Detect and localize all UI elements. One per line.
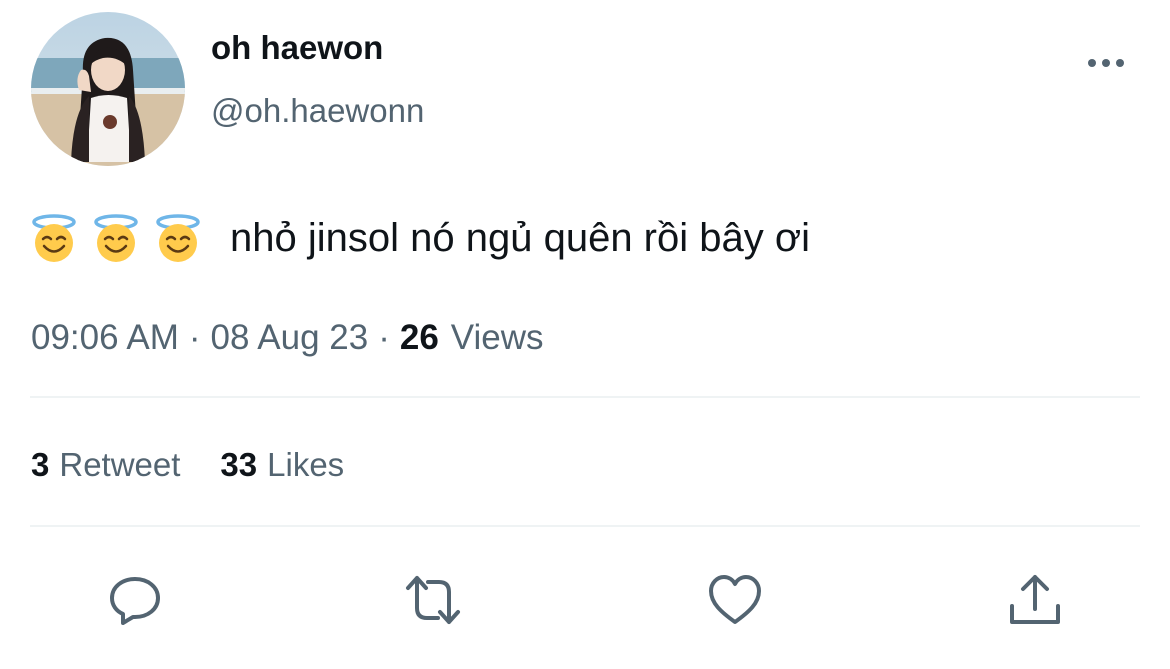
smiling-face-with-halo-icon bbox=[154, 213, 202, 263]
avatar[interactable] bbox=[31, 12, 185, 166]
reply-icon bbox=[110, 577, 160, 625]
divider bbox=[30, 525, 1140, 527]
tweet-date[interactable]: 08 Aug 23 bbox=[211, 318, 369, 357]
retweets-stat[interactable]: 3 Retweet bbox=[31, 442, 180, 488]
smiling-face-with-halo-icon bbox=[30, 213, 78, 263]
share-button[interactable] bbox=[1007, 572, 1063, 628]
engagement-stats: 3 Retweet 33 Likes bbox=[31, 442, 384, 488]
views-label: Views bbox=[450, 318, 544, 357]
share-icon bbox=[1010, 575, 1060, 624]
reply-button[interactable] bbox=[107, 572, 163, 628]
likes-count: 33 bbox=[220, 446, 258, 483]
separator-dot: · bbox=[378, 318, 390, 357]
display-name[interactable]: oh haewon bbox=[211, 26, 383, 70]
retweet-button[interactable] bbox=[405, 572, 461, 628]
avatar-image bbox=[31, 12, 185, 166]
likes-label: Likes bbox=[267, 446, 345, 483]
tweet-time[interactable]: 09:06 AM bbox=[31, 318, 179, 357]
retweet-icon bbox=[406, 576, 460, 624]
tweet-meta: 09:06 AM · 08 Aug 23 · 26 Views bbox=[31, 314, 544, 362]
more-dots-icon bbox=[1088, 59, 1124, 67]
tweet-content: nhỏ jinsol nó ngủ quên rồi bây ơi bbox=[30, 208, 810, 268]
emoji-group bbox=[30, 213, 202, 263]
likes-stat[interactable]: 33 Likes bbox=[220, 442, 344, 488]
separator-dot: · bbox=[188, 318, 201, 357]
retweets-label: Retweet bbox=[59, 446, 181, 483]
tweet-text: nhỏ jinsol nó ngủ quên rồi bây ơi bbox=[230, 216, 810, 260]
views-count: 26 bbox=[399, 318, 439, 357]
smiling-face-with-halo-icon bbox=[92, 213, 140, 263]
like-icon bbox=[709, 575, 761, 624]
retweets-count: 3 bbox=[31, 446, 50, 483]
like-button[interactable] bbox=[707, 572, 763, 628]
divider bbox=[30, 396, 1140, 398]
user-handle[interactable]: @oh.haewonn bbox=[211, 89, 424, 133]
more-options-button[interactable] bbox=[1084, 50, 1128, 76]
